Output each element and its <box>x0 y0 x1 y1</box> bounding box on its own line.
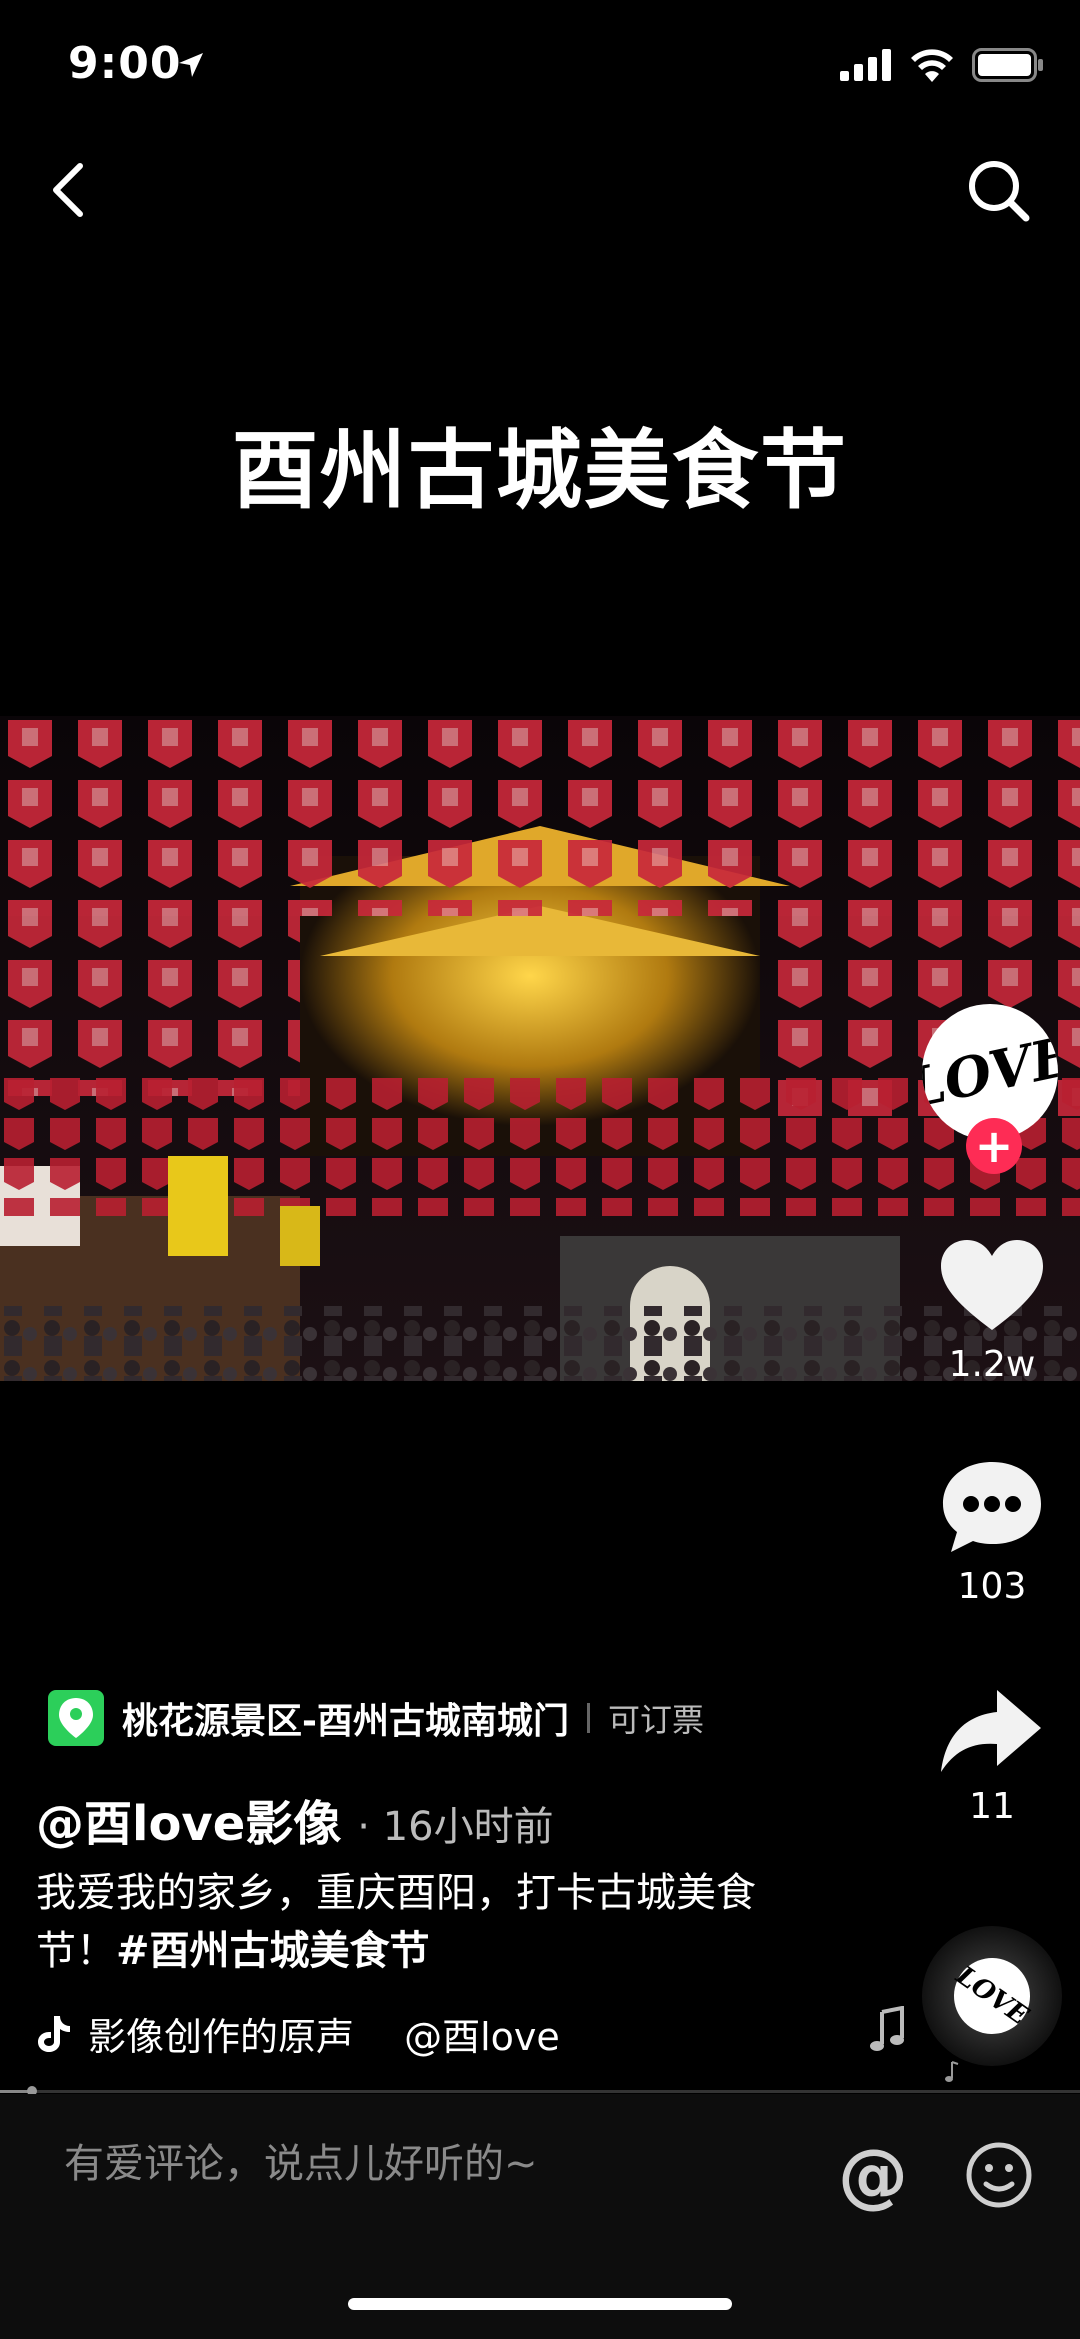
share-button[interactable]: 11 <box>922 1686 1062 1827</box>
search-button[interactable] <box>960 150 1040 230</box>
follow-button[interactable]: + <box>966 1118 1022 1174</box>
back-icon <box>53 163 83 217</box>
map-pin-icon <box>48 1690 104 1746</box>
avatar-label: LOVE <box>922 1023 1058 1121</box>
music-disc-label: LOVE <box>939 1943 1045 2049</box>
location-tag[interactable]: 桃花源景区-酉州古城南城门 可订票 <box>48 1688 704 1748</box>
wifi-icon <box>911 49 953 82</box>
creator-avatar-button[interactable]: LOVE + <box>922 1004 1062 1174</box>
comment-input[interactable] <box>62 2140 826 2188</box>
hashtag-link[interactable]: #酉州古城美食节 <box>116 1928 430 1974</box>
emoji-button[interactable] <box>964 2140 1034 2210</box>
music-line[interactable]: 影像创作的原声 @酉love <box>36 2006 648 2061</box>
music-disc-button[interactable]: LOVE <box>922 1926 1062 2066</box>
tiktok-icon <box>38 2015 70 2052</box>
battery-icon <box>972 48 1043 82</box>
status-time: 9:00 <box>68 38 182 89</box>
author-name[interactable]: @酉love影像 <box>36 1784 341 1854</box>
location-name: 桃花源景区-酉州古城南城门 <box>122 1701 569 1742</box>
search-icon <box>969 161 1030 222</box>
comment-button[interactable]: 103 <box>922 1456 1062 1607</box>
like-button[interactable]: 1.2w <box>922 1238 1062 1385</box>
music-note-icon <box>868 2005 908 2060</box>
ticket-label: 可订票 <box>607 1701 704 1739</box>
video-progress-bar[interactable] <box>0 2090 1080 2093</box>
music-note-icon-small <box>944 2060 960 2088</box>
comment-icon <box>943 1462 1041 1552</box>
post-description: 我爱我的家乡，重庆酉阳，打卡古城美食节！#酉州古城美食节 <box>36 1864 816 1980</box>
status-icons <box>840 48 1044 82</box>
video-title: 酉州古城美食节 <box>232 421 848 521</box>
signal-icon <box>840 49 891 81</box>
author-line: @酉love影像 · 16小时前 <box>36 1784 554 1854</box>
like-count: 1.2w <box>948 1344 1036 1385</box>
share-count: 11 <box>969 1786 1015 1827</box>
share-icon <box>941 1690 1041 1772</box>
video-scene <box>0 716 1080 1381</box>
back-button[interactable] <box>40 150 100 230</box>
comment-count: 103 <box>957 1566 1027 1607</box>
video-player[interactable] <box>0 716 1080 1381</box>
home-indicator[interactable] <box>348 2298 732 2310</box>
post-time: · 16小时前 <box>357 1804 554 1850</box>
emoji-icon <box>966 2142 1032 2208</box>
heart-icon <box>941 1240 1043 1330</box>
music-title: 影像创作的原声 @酉love <box>88 2015 560 2059</box>
location-divider <box>586 1703 590 1733</box>
mention-button[interactable]: @ <box>838 2140 908 2210</box>
location-arrow-icon <box>176 50 206 84</box>
